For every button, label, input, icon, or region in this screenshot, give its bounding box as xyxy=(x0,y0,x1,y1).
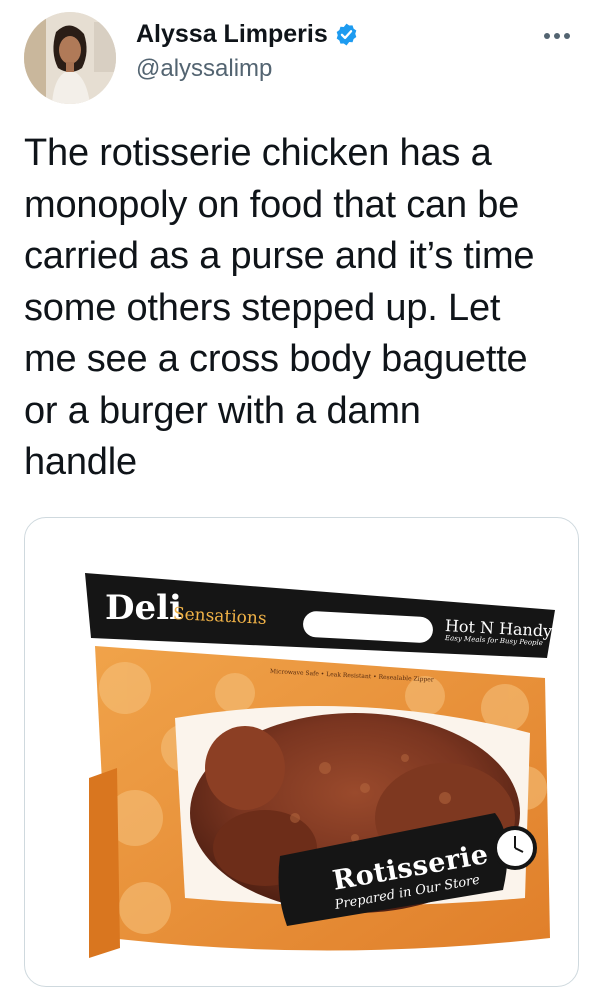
tweet-text: The rotisserie chicken has a monopoly on… xyxy=(24,132,535,483)
author-info: Alyssa Limperis @alyssalimp xyxy=(136,20,359,83)
more-options-icon[interactable] xyxy=(542,26,582,46)
bag-brand-main: Deli xyxy=(105,588,182,628)
verified-badge-icon xyxy=(336,23,357,46)
author-display-name[interactable]: Alyssa Limperis xyxy=(136,20,328,49)
tweet-media[interactable]: Deli Sensations Hot N Handy Easy Meals f… xyxy=(24,517,579,987)
tweet-header: Alyssa Limperis @alyssalimp xyxy=(24,12,584,104)
avatar-image xyxy=(24,12,116,104)
author-handle[interactable]: @alyssalimp xyxy=(136,55,359,83)
avatar[interactable] xyxy=(24,12,116,104)
